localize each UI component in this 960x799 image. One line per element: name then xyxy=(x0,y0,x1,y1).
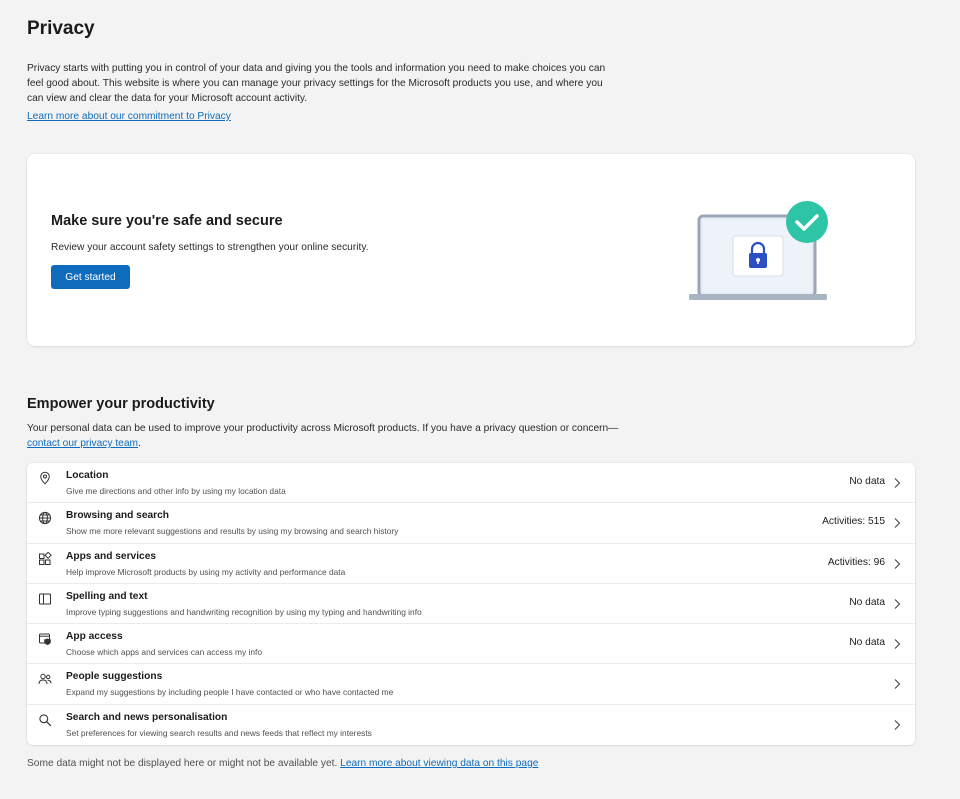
page-title: Privacy xyxy=(27,18,95,39)
chevron-right-icon xyxy=(892,516,902,530)
list-item-spelling-and-text[interactable]: Spelling and text Improve typing suggest… xyxy=(27,584,915,625)
list-item-title: Browsing and search xyxy=(66,510,170,522)
book-icon xyxy=(38,592,52,606)
learn-more-viewing-data-link[interactable]: Learn more about viewing data on this pa… xyxy=(340,758,538,769)
list-item-subtitle: Show me more relevant suggestions and re… xyxy=(66,526,399,537)
footer-note: Some data might not be displayed here or… xyxy=(27,758,538,769)
security-card-title: Make sure you're safe and secure xyxy=(51,213,283,229)
list-item-search-and-news-personalisation[interactable]: Search and news personalisation Set pref… xyxy=(27,705,915,745)
list-item-subtitle: Give me directions and other info by usi… xyxy=(66,486,286,496)
list-item-status: No data xyxy=(849,637,885,649)
list-item-location[interactable]: Location Give me directions and other in… xyxy=(27,463,915,504)
secure-laptop-illustration xyxy=(687,200,832,305)
search-icon xyxy=(38,713,52,727)
privacy-settings-list: Location Give me directions and other in… xyxy=(27,463,915,745)
globe-icon xyxy=(38,511,52,525)
apps-grid-icon xyxy=(38,551,52,566)
list-item-title: People suggestions xyxy=(66,671,163,683)
list-item-subtitle: Help improve Microsoft products by using… xyxy=(66,566,346,577)
list-item-app-access[interactable]: App access Choose which apps and service… xyxy=(27,624,915,665)
list-item-title: Search and news personalisation xyxy=(66,711,228,723)
productivity-desc-suffix: . xyxy=(137,438,141,449)
chevron-right-icon xyxy=(892,597,902,611)
list-item-subtitle: Set preferences for viewing search resul… xyxy=(66,727,372,738)
contact-privacy-team-link[interactable]: contact our privacy team xyxy=(27,438,138,449)
productivity-desc-prefix: Your personal data can be used to improv… xyxy=(27,423,619,434)
intro-text: Privacy starts with putting you in contr… xyxy=(27,63,606,104)
list-item-people-suggestions[interactable]: People suggestions Expand my suggestions… xyxy=(27,664,915,705)
location-pin-icon xyxy=(38,471,52,485)
list-item-title: App access xyxy=(66,631,123,643)
list-item-subtitle: Expand my suggestions by including peopl… xyxy=(66,687,394,698)
security-card: Make sure you're safe and secure Review … xyxy=(27,154,915,346)
productivity-section-description: Your personal data can be used to improv… xyxy=(27,421,627,451)
privacy-page: Privacy Privacy starts with putting you … xyxy=(0,0,960,799)
list-item-status: No data xyxy=(849,596,885,608)
list-item-status: Activities: 515 xyxy=(822,516,885,528)
list-item-browsing-and-search[interactable]: Browsing and search Show me more relevan… xyxy=(27,503,915,544)
list-item-title: Location xyxy=(66,470,109,481)
list-item-status: Activities: 96 xyxy=(827,556,885,568)
chevron-right-icon xyxy=(892,476,902,490)
security-card-description: Review your account safety settings to s… xyxy=(51,242,369,253)
chevron-right-icon xyxy=(892,637,902,651)
list-item-title: Apps and services xyxy=(66,550,157,562)
list-item-apps-and-services[interactable]: Apps and services Help improve Microsoft… xyxy=(27,544,915,584)
people-icon xyxy=(38,672,52,686)
chevron-right-icon xyxy=(892,718,902,732)
learn-more-privacy-link[interactable]: Learn more about our commitment to Priva… xyxy=(27,111,231,122)
window-shield-icon xyxy=(38,632,52,646)
productivity-section-title: Empower your productivity xyxy=(27,396,215,412)
chevron-right-icon xyxy=(892,677,902,691)
list-item-status: No data xyxy=(849,476,885,487)
list-item-title: Spelling and text xyxy=(66,590,148,602)
list-item-subtitle: Choose which apps and services can acces… xyxy=(66,647,262,658)
chevron-right-icon xyxy=(892,557,902,571)
get-started-button[interactable]: Get started xyxy=(51,265,130,289)
list-item-subtitle: Improve typing suggestions and handwriti… xyxy=(66,606,422,617)
footer-text: Some data might not be displayed here or… xyxy=(27,758,341,769)
